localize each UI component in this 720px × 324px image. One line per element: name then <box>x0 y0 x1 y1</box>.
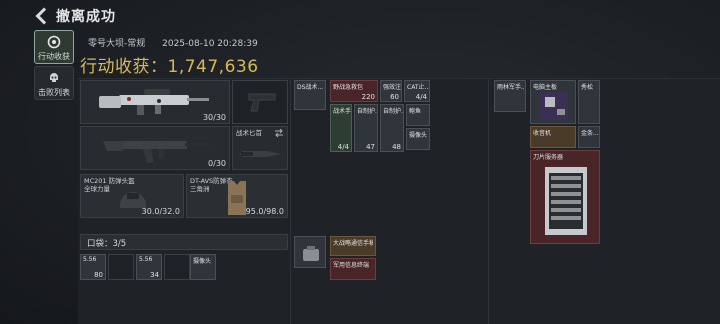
pistol-icon <box>248 93 276 112</box>
item-label: 刀片服务器 <box>533 154 564 161</box>
pocket-header: 口袋：3/5 <box>80 234 288 250</box>
loot-icon <box>47 35 61 49</box>
helmet-name: MC201 防弹头盔 <box>84 177 135 185</box>
item-count: 80 <box>94 271 103 279</box>
knife-label: 战术匕首 <box>236 129 262 137</box>
backpack-item[interactable]: 大战略通信手稿 <box>330 236 376 256</box>
item-label: 战术手... <box>333 108 351 115</box>
ammo-count: 30/30 <box>202 113 226 122</box>
armor-slot[interactable]: DT-AVS防弹衣 三角洲 95.0/98.0 <box>186 174 288 218</box>
divider <box>488 79 489 324</box>
rig-item[interactable]: 摄像头 <box>406 128 430 150</box>
helmet-durability: 30.0/32.0 <box>141 207 180 216</box>
backpack-icon <box>303 246 319 261</box>
divider <box>290 79 291 324</box>
header: 撤离成功 <box>0 0 720 30</box>
assault-rifle-icon <box>99 89 209 115</box>
item-label: 野战急救包 <box>333 84 364 91</box>
item-label: 大战略通信手稿 <box>333 240 373 247</box>
item-label: 5.56 <box>83 256 97 263</box>
item-label: 金条... <box>581 130 599 137</box>
rig-item[interactable]: CAT止... 4/4 <box>404 80 430 102</box>
primary-weapon-slot[interactable]: 30/30 <box>80 80 230 124</box>
item-label: 秀松 <box>581 84 594 91</box>
pocket-item[interactable]: 摄像头 <box>190 254 216 280</box>
rig-item[interactable]: 自制护... 48 <box>380 104 404 152</box>
rig-item[interactable]: 强效注... 60 <box>380 80 402 102</box>
ammo-count: 0/30 <box>208 159 226 168</box>
tab-kills[interactable]: 击败列表 <box>34 66 74 100</box>
earnings-value: 1,747,636 <box>167 57 259 77</box>
extraction-results-screen: 撤离成功 行动收获 击败列表 零号大坝-常规 2025-08-10 20:28:… <box>0 0 720 324</box>
tab-loot-label: 行动收获 <box>38 52 70 61</box>
earnings: 行动收获：1,747,636 <box>80 52 259 77</box>
map-name: 零号大坝-常规 <box>88 39 146 49</box>
page-title: 撤离成功 <box>56 9 116 25</box>
pocket-item[interactable]: 5.56 34 <box>136 254 162 280</box>
melee-slot[interactable]: 战术匕首 <box>232 126 288 170</box>
rig-item[interactable]: DS战术... <box>294 80 326 110</box>
item-count: 60 <box>390 93 399 101</box>
rig-item[interactable]: 野战急救包 220 <box>330 80 378 102</box>
backpack-item[interactable]: 军用信息终端 <box>330 258 376 280</box>
item-label: 摄像头 <box>409 132 428 139</box>
rig-item[interactable]: 自制护... 47 <box>354 104 378 152</box>
rifle-icon <box>103 136 209 163</box>
helmet-slot[interactable]: MC201 防弹头盔 全球力量 30.0/32.0 <box>80 174 184 218</box>
pocket-empty-slot[interactable] <box>164 254 190 280</box>
safe-item[interactable]: 收音机 <box>530 126 576 148</box>
secondary-weapon-slot[interactable]: 0/30 <box>80 126 230 170</box>
item-label: 电脑主板 <box>533 84 558 91</box>
safe-item[interactable]: 电脑主板 <box>530 80 576 124</box>
safe-item[interactable]: 秀松 <box>578 80 600 124</box>
vest-durability: 95.0/98.0 <box>245 207 284 216</box>
vest-brand: 三角洲 <box>190 185 210 193</box>
side-nav: 行动收获 击败列表 <box>34 30 74 102</box>
item-label: CAT止... <box>407 84 429 91</box>
item-label: DS战术... <box>297 84 324 91</box>
tab-kills-label: 击败列表 <box>38 88 70 97</box>
safe-item[interactable]: 金条... <box>578 126 600 148</box>
pocket-item[interactable]: 5.56 80 <box>80 254 106 280</box>
item-count: 34 <box>150 271 159 279</box>
helmet-brand: 全球力量 <box>84 185 110 193</box>
tab-loot[interactable]: 行动收获 <box>34 30 74 64</box>
backpack-slot[interactable] <box>294 236 326 268</box>
pocket-empty-slot[interactable] <box>108 254 134 280</box>
item-label: 收音机 <box>533 130 552 137</box>
item-label: 自制护... <box>357 108 377 115</box>
item-label: 5.56 <box>139 256 153 263</box>
item-count: 4/4 <box>337 143 349 151</box>
item-count: 48 <box>392 143 401 151</box>
pistol-slot[interactable] <box>232 80 288 124</box>
item-label: 军用信息终端 <box>333 262 370 269</box>
item-label: 鲍鱼 <box>409 108 422 115</box>
item-label: 强效注... <box>383 84 401 91</box>
item-count: 47 <box>366 143 375 151</box>
item-label: 自制护... <box>383 108 403 115</box>
swap-icon <box>275 129 283 137</box>
item-label: 雨林军手... <box>497 84 524 91</box>
rig-item[interactable]: 战术手... 4/4 <box>330 104 352 152</box>
item-count: 220 <box>361 93 375 101</box>
item-count: 4/4 <box>415 93 427 101</box>
safe-item[interactable]: 雨林军手... <box>494 80 526 112</box>
blade-server-icon <box>545 167 587 235</box>
motherboard-icon <box>540 92 568 120</box>
safe-item[interactable]: 刀片服务器 <box>530 150 600 244</box>
knife-icon <box>239 151 281 157</box>
pocket-label: 口袋：3/5 <box>87 239 127 249</box>
raid-time: 2025-08-10 20:28:39 <box>162 39 258 49</box>
item-label: 摄像头 <box>193 258 212 265</box>
back-button[interactable] <box>34 7 48 23</box>
skull-icon <box>50 73 58 82</box>
earnings-label: 行动收获： <box>80 57 168 77</box>
rig-item[interactable]: 鲍鱼 <box>406 104 430 126</box>
raid-info: 零号大坝-常规 2025-08-10 20:28:39 <box>88 36 272 49</box>
